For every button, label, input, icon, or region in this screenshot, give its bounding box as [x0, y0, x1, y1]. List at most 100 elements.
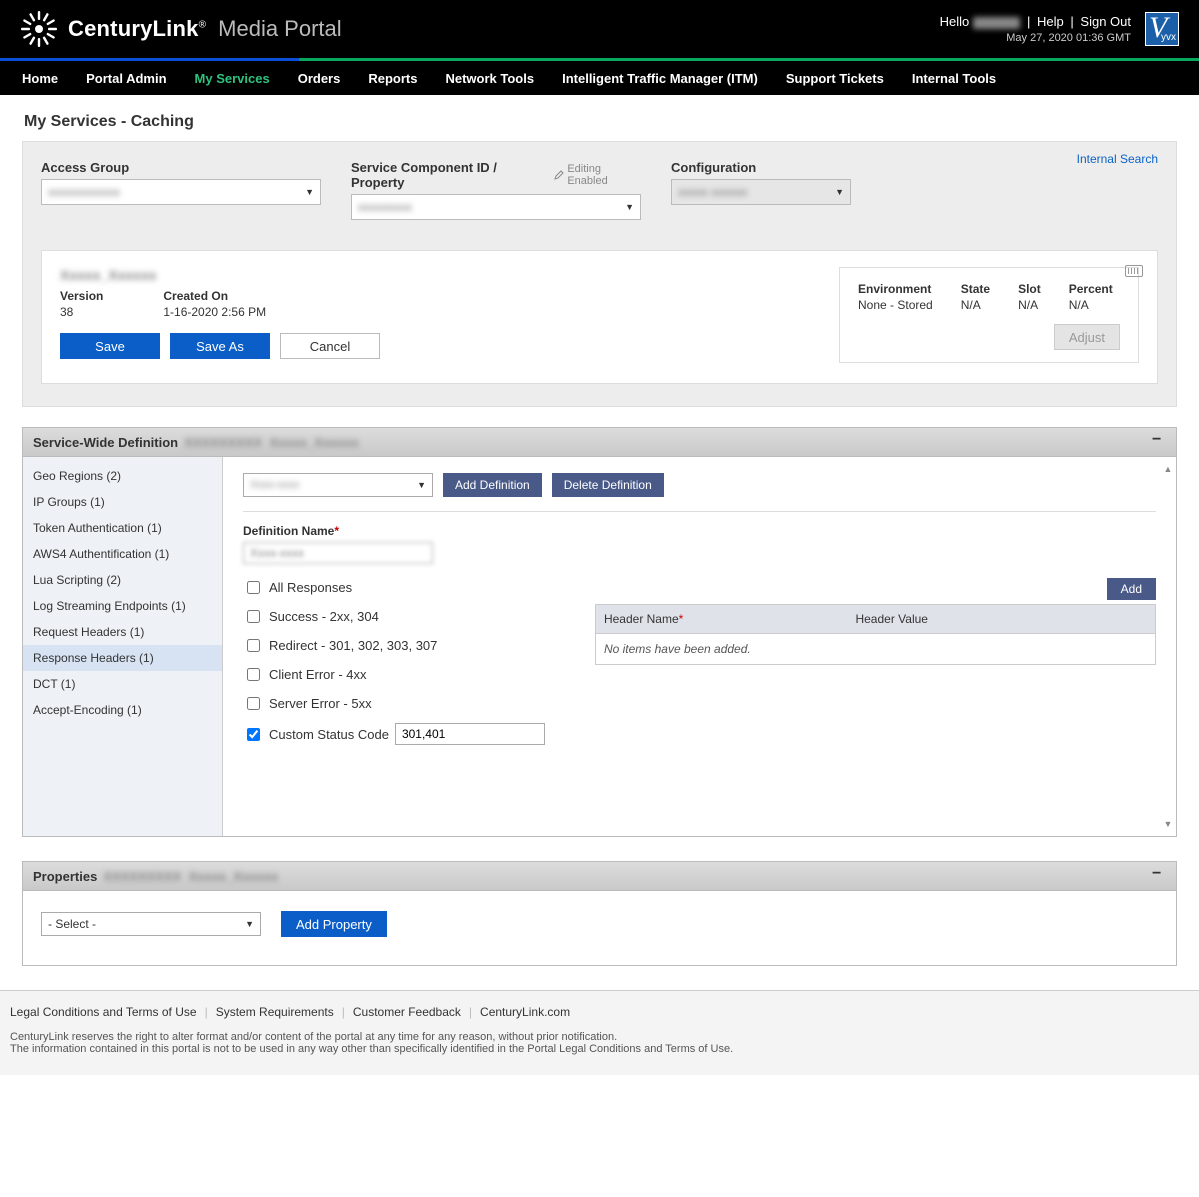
col-actions	[1111, 605, 1156, 634]
nav-item-internal-tools[interactable]: Internal Tools	[898, 61, 1010, 95]
help-link[interactable]: Help	[1037, 14, 1064, 29]
col-header-value: Header Value	[847, 605, 1110, 634]
props-header: Properties XXXXXXXXX Xxxxx_Xxxxxx −	[22, 861, 1177, 891]
scid-label: Service Component ID / Property	[351, 160, 546, 190]
config-box: Xxxxx_Xxxxxx Version 38 Created On 1-16-…	[41, 250, 1158, 384]
chk-client-error[interactable]: Client Error - 4xx	[243, 665, 545, 684]
swd-title: Service-Wide Definition	[33, 435, 178, 450]
access-group-select[interactable]: xxxxxxxxxxxx▼	[41, 179, 321, 205]
hello-label: Hello	[940, 14, 970, 29]
slot-value: N/A	[1018, 298, 1041, 312]
slot-label: Slot	[1018, 282, 1041, 296]
response-checklist: All Responses Success - 2xx, 304 Redirec…	[243, 578, 545, 745]
username-blur: xxxxx	[973, 17, 1021, 29]
definition-area: Xxxx-xxxx▼ Add Definition Delete Definit…	[223, 457, 1176, 836]
keyboard-icon[interactable]	[1125, 265, 1143, 277]
swd-tab[interactable]: AWS4 Authentification (1)	[23, 541, 222, 567]
divider	[243, 511, 1156, 512]
swd-tab[interactable]: Accept-Encoding (1)	[23, 697, 222, 723]
property-select-placeholder: - Select -	[48, 917, 96, 931]
footer-link[interactable]: Customer Feedback	[353, 1005, 461, 1019]
brand-text: CenturyLink® Media Portal	[68, 16, 342, 42]
nav-item-support-tickets[interactable]: Support Tickets	[772, 61, 898, 95]
definition-name-input[interactable]	[243, 542, 433, 564]
footer-link[interactable]: Legal Conditions and Terms of Use	[10, 1005, 197, 1019]
save-as-button[interactable]: Save As	[170, 333, 270, 359]
chk-server-error[interactable]: Server Error - 5xx	[243, 694, 545, 713]
nav-item-orders[interactable]: Orders	[284, 61, 355, 95]
chk-all-responses[interactable]: All Responses	[243, 578, 545, 597]
brand: CenturyLink® Media Portal	[20, 10, 342, 48]
footer-line2: The information contained in this portal…	[10, 1043, 1189, 1055]
nav-item-intelligent-traffic-manager-itm-[interactable]: Intelligent Traffic Manager (ITM)	[548, 61, 772, 95]
state-label: State	[961, 282, 990, 296]
definition-name-label: Definition Name*	[243, 524, 339, 538]
caret-down-icon: ▼	[305, 187, 314, 197]
cancel-button[interactable]: Cancel	[280, 333, 380, 359]
signout-link[interactable]: Sign Out	[1080, 14, 1131, 29]
user-line: Hello xxxxx | Help | Sign Out	[940, 14, 1131, 29]
collapse-icon[interactable]: −	[1152, 435, 1166, 449]
property-select[interactable]: - Select - ▼	[41, 912, 261, 936]
props-subtitle-blur: XXXXXXXXX Xxxxx_Xxxxxx	[103, 869, 278, 884]
props-title: Properties	[33, 869, 97, 884]
scroll-down-icon[interactable]: ▼	[1162, 818, 1174, 830]
swd-tab[interactable]: Request Headers (1)	[23, 619, 222, 645]
top-bar: CenturyLink® Media Portal Hello xxxxx | …	[0, 0, 1199, 58]
table-empty-row: No items have been added.	[595, 634, 1155, 665]
version-value: 38	[60, 305, 103, 319]
swd-body: Geo Regions (2)IP Groups (1)Token Authen…	[22, 457, 1177, 837]
swd-tab[interactable]: Log Streaming Endpoints (1)	[23, 593, 222, 619]
col-header-name: Header Name	[604, 612, 679, 626]
nav-item-my-services[interactable]: My Services	[181, 61, 284, 95]
configuration-select[interactable]: xxxxx xxxxxx▼	[671, 179, 851, 205]
custom-code-input[interactable]	[395, 723, 545, 745]
nav-item-portal-admin[interactable]: Portal Admin	[72, 61, 180, 95]
config-name-blur: Xxxxx_Xxxxxx	[60, 267, 157, 283]
collapse-icon[interactable]: −	[1152, 869, 1166, 883]
percent-value: N/A	[1069, 298, 1113, 312]
nav-item-home[interactable]: Home	[0, 61, 72, 95]
env-value: None - Stored	[858, 298, 933, 312]
scroll-track[interactable]: ▲ ▼	[1162, 463, 1174, 830]
chk-success[interactable]: Success - 2xx, 304	[243, 607, 545, 626]
definition-select[interactable]: Xxxx-xxxx▼	[243, 473, 433, 497]
state-value: N/A	[961, 298, 990, 312]
swd-header: Service-Wide Definition XXXXXXXXX Xxxxx_…	[22, 427, 1177, 457]
add-definition-button[interactable]: Add Definition	[443, 473, 542, 497]
swd-tab[interactable]: Lua Scripting (2)	[23, 567, 222, 593]
swd-tab[interactable]: Token Authentication (1)	[23, 515, 222, 541]
swd-tab[interactable]: Response Headers (1)	[23, 645, 222, 671]
brand-main: CenturyLink	[68, 16, 199, 41]
add-property-button[interactable]: Add Property	[281, 911, 387, 937]
access-group-label: Access Group	[41, 160, 321, 175]
created-value: 1-16-2020 2:56 PM	[163, 305, 266, 319]
add-header-button[interactable]: Add	[1107, 578, 1156, 600]
scid-select[interactable]: xxxxxxxxx▼	[351, 194, 641, 220]
nav-item-reports[interactable]: Reports	[354, 61, 431, 95]
page-title: My Services - Caching	[2, 95, 1197, 141]
main-nav: HomePortal AdminMy ServicesOrdersReports…	[0, 61, 1199, 95]
caret-down-icon: ▼	[245, 919, 254, 929]
scroll-up-icon[interactable]: ▲	[1162, 463, 1174, 475]
timestamp: May 27, 2020 01:36 GMT	[1006, 32, 1131, 44]
chk-custom-code[interactable]: Custom Status Code	[243, 723, 545, 745]
save-button[interactable]: Save	[60, 333, 160, 359]
configuration-label: Configuration	[671, 160, 851, 175]
created-label: Created On	[163, 289, 266, 303]
chk-redirect[interactable]: Redirect - 301, 302, 303, 307	[243, 636, 545, 655]
top-right: Hello xxxxx | Help | Sign Out May 27, 20…	[940, 12, 1179, 46]
footer-link[interactable]: CenturyLink.com	[480, 1005, 570, 1019]
swd-tab[interactable]: IP Groups (1)	[23, 489, 222, 515]
footer-link[interactable]: System Requirements	[216, 1005, 334, 1019]
config-panel: Internal Search Access Group xxxxxxxxxxx…	[22, 141, 1177, 407]
nav-item-network-tools[interactable]: Network Tools	[431, 61, 548, 95]
internal-search-link[interactable]: Internal Search	[1077, 152, 1158, 166]
adjust-button[interactable]: Adjust	[1054, 324, 1120, 350]
vyvx-logo-icon	[1145, 12, 1179, 46]
swd-tab[interactable]: DCT (1)	[23, 671, 222, 697]
version-label: Version	[60, 289, 103, 303]
selector-row: Access Group xxxxxxxxxxxx▼ Service Compo…	[41, 160, 1158, 220]
swd-tab[interactable]: Geo Regions (2)	[23, 463, 222, 489]
delete-definition-button[interactable]: Delete Definition	[552, 473, 664, 497]
